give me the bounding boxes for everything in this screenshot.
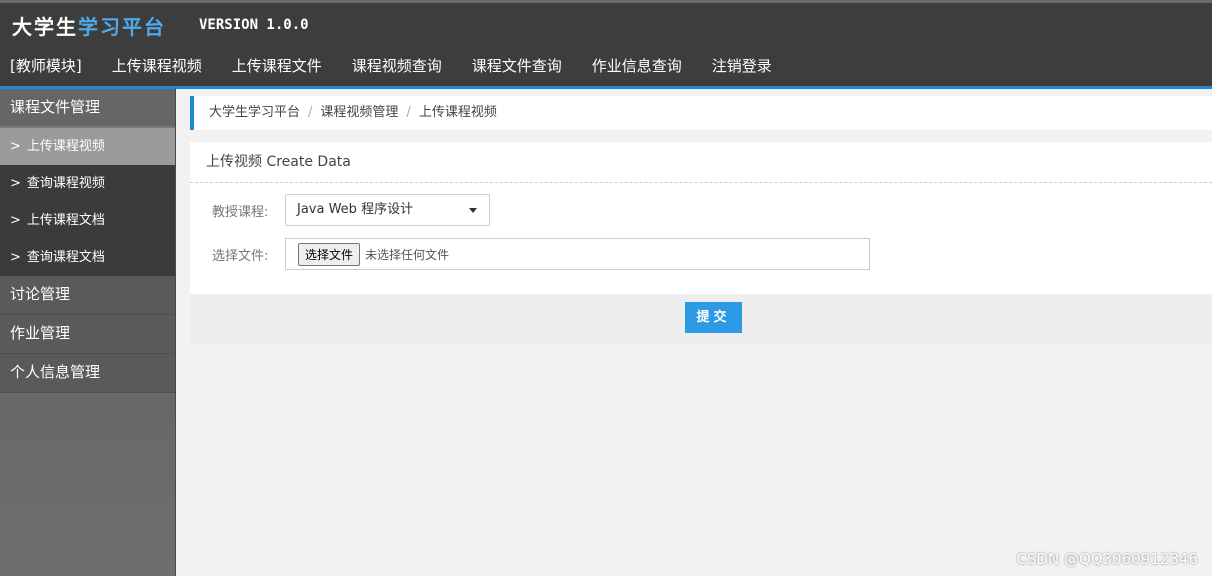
file-status-text: 未选择任何文件 — [365, 247, 450, 262]
file-row: 选择文件: 选择文件 未选择任何文件 — [212, 238, 870, 270]
breadcrumb-separator: / — [308, 105, 313, 120]
nav-file-query[interactable]: 课程文件查询 — [457, 55, 577, 81]
sidebar-item-upload-video[interactable]: > 上传课程视频 — [0, 128, 175, 165]
sidebar-group-discussion[interactable]: 讨论管理 — [0, 276, 175, 315]
nav-upload-file[interactable]: 上传课程文件 — [217, 55, 337, 81]
nav-teacher-module[interactable]: [教师模块] — [0, 55, 97, 81]
version-label: VERSION 1.0.0 — [199, 17, 309, 33]
course-row: 教授课程: Java Web 程序设计 — [212, 194, 490, 226]
panel-title: 上传视频 Create Data — [190, 142, 1212, 183]
sidebar-group-homework[interactable]: 作业管理 — [0, 315, 175, 354]
main-content: 大学生学习平台 / 课程视频管理 / 上传课程视频 上传视频 Create Data 教… — [190, 96, 1212, 344]
caret-down-icon — [469, 208, 477, 213]
nav-logout[interactable]: 注销登录 — [697, 55, 787, 81]
file-input[interactable]: 选择文件 未选择任何文件 — [285, 238, 870, 270]
course-label: 教授课程: — [212, 204, 269, 220]
watermark: CSDN @QQ3060912346 — [1016, 550, 1198, 568]
chevron-right-icon: > — [10, 213, 21, 228]
file-label: 选择文件: — [212, 248, 269, 264]
breadcrumb-home[interactable]: 大学生学习平台 — [209, 105, 300, 120]
sidebar-group-profile[interactable]: 个人信息管理 — [0, 354, 175, 393]
chevron-right-icon: > — [10, 250, 21, 265]
sidebar-item-label: 查询课程视频 — [26, 176, 105, 191]
app-logo: 大学生学习平台 — [12, 11, 166, 40]
breadcrumb-current: 上传课程视频 — [418, 105, 497, 120]
logo-text-white: 大学生 — [12, 15, 78, 39]
top-header: 大学生学习平台 VERSION 1.0.0 [教师模块] 上传课程视频 上传课程… — [0, 0, 1212, 86]
breadcrumb-separator: / — [406, 105, 411, 120]
sidebar-item-query-doc[interactable]: > 查询课程文档 — [0, 239, 175, 276]
logo-text-blue: 学习平台 — [78, 15, 166, 39]
chevron-right-icon: > — [10, 176, 21, 191]
submit-button[interactable]: 提交 — [685, 302, 742, 333]
breadcrumb-video-mgmt[interactable]: 课程视频管理 — [320, 105, 398, 120]
upload-form-panel: 上传视频 Create Data 教授课程: Java Web 程序设计 选择文… — [190, 142, 1212, 294]
breadcrumb: 大学生学习平台 / 课程视频管理 / 上传课程视频 — [190, 96, 1212, 130]
course-select-value: Java Web 程序设计 — [297, 202, 414, 217]
choose-file-button[interactable]: 选择文件 — [298, 242, 361, 266]
sidebar: 课程文件管理 > 上传课程视频 > 查询课程视频 > 上传课程文档 > 查询课程文档 讨… — [0, 89, 176, 576]
nav-homework-query[interactable]: 作业信息查询 — [577, 55, 697, 81]
sidebar-item-upload-doc[interactable]: > 上传课程文档 — [0, 202, 175, 239]
course-select[interactable]: Java Web 程序设计 — [285, 194, 490, 226]
sidebar-item-query-video[interactable]: > 查询课程视频 — [0, 165, 175, 202]
form-actions: 提交 — [190, 294, 1212, 344]
sidebar-item-label: 上传课程视频 — [26, 139, 105, 154]
sidebar-item-label: 查询课程文档 — [26, 250, 105, 265]
nav-upload-video[interactable]: 上传课程视频 — [97, 55, 217, 81]
sidebar-group-course-files[interactable]: 课程文件管理 — [0, 89, 175, 128]
top-nav: [教师模块] 上传课程视频 上传课程文件 课程视频查询 课程文件查询 作业信息查… — [0, 55, 787, 81]
header-accent-bar — [0, 86, 1212, 89]
sidebar-item-label: 上传课程文档 — [26, 213, 105, 228]
nav-video-query[interactable]: 课程视频查询 — [337, 55, 457, 81]
chevron-right-icon: > — [10, 139, 21, 154]
